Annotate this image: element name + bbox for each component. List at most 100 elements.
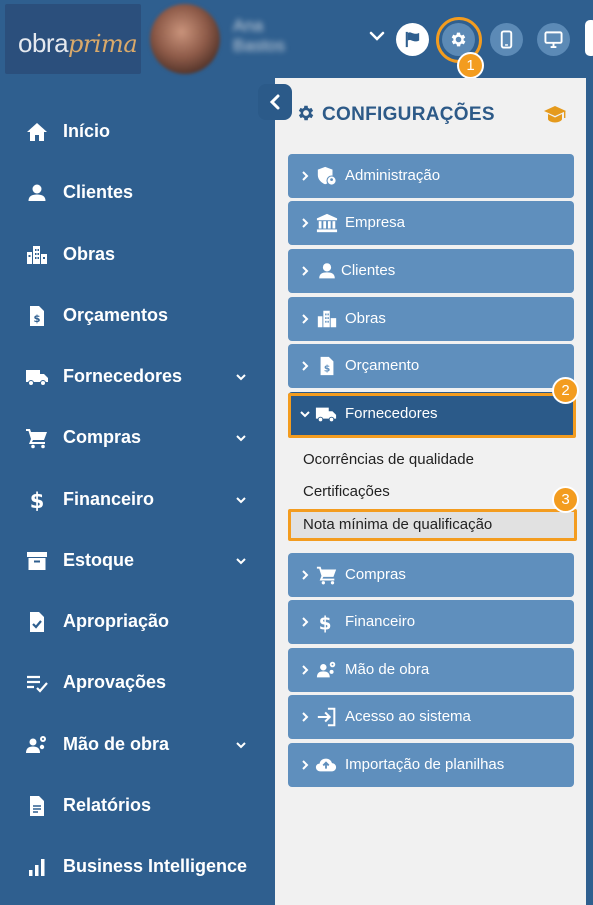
- collapse-sidebar-button[interactable]: [258, 84, 292, 120]
- sidebar-item-apropriacao[interactable]: Apropriação: [0, 597, 275, 647]
- chevron-right-icon: [302, 665, 309, 675]
- config-item-label: Orçamento: [345, 357, 420, 374]
- sidebar-item-orcamentos[interactable]: $ Orçamentos: [0, 291, 275, 341]
- svg-text:$: $: [324, 364, 330, 375]
- sidebar-item-mao-de-obra[interactable]: Mão de obra: [0, 720, 275, 770]
- sidebar: Início Clientes Obras $ Orçamentos Forne…: [0, 78, 275, 905]
- sidebar-item-clientes[interactable]: Clientes: [0, 168, 275, 218]
- cloud-upload-icon: [315, 758, 337, 772]
- chevron-right-icon: [302, 314, 309, 324]
- config-item-clientes[interactable]: Clientes: [288, 249, 574, 293]
- chevron-right-icon: [302, 361, 309, 371]
- chevron-right-icon: [302, 617, 309, 627]
- chevron-right-icon: [302, 266, 309, 276]
- bank-icon: [316, 213, 338, 233]
- logo-text-obra: obra: [18, 28, 69, 58]
- mobile-icon: [500, 30, 513, 49]
- chevron-right-icon: [302, 171, 309, 181]
- topbar-edge-button[interactable]: [585, 20, 593, 56]
- shield-user-icon: [317, 166, 337, 186]
- dollar-icon: $: [319, 613, 332, 633]
- sidebar-item-label: Estoque: [63, 550, 135, 570]
- sidebar-item-fornecedores[interactable]: Fornecedores: [0, 352, 275, 402]
- submenu-item-ocorrencias[interactable]: Ocorrências de qualidade: [303, 451, 474, 468]
- config-item-orcamento[interactable]: $ Orçamento: [288, 344, 574, 388]
- chevron-down-icon: [236, 742, 246, 749]
- sidebar-item-label: Clientes: [63, 182, 134, 202]
- sidebar-item-label: Fornecedores: [63, 366, 183, 386]
- file-dollar-icon: $: [320, 356, 334, 376]
- graduation-cap-icon[interactable]: [543, 104, 567, 126]
- sidebar-item-label: Business Intelligence: [63, 856, 248, 876]
- sign-in-icon: [317, 707, 336, 727]
- chevron-right-icon: [302, 712, 309, 722]
- dollar-icon: $: [30, 489, 45, 512]
- user-menu-chevron-down-icon[interactable]: [367, 26, 387, 46]
- submenu-item-certificacoes[interactable]: Certificações: [303, 483, 390, 500]
- file-text-icon: [30, 796, 44, 816]
- panel-scrollbar[interactable]: [586, 78, 593, 905]
- list-check-icon: [27, 675, 48, 693]
- sidebar-item-financeiro[interactable]: $ Financeiro: [0, 475, 275, 525]
- config-item-label: Mão de obra: [345, 661, 430, 678]
- avatar[interactable]: [150, 4, 220, 74]
- home-icon: [27, 123, 47, 141]
- flag-icon: [405, 31, 420, 48]
- chevron-down-icon: [300, 411, 310, 418]
- config-item-label: Compras: [345, 566, 406, 583]
- config-item-mao-de-obra[interactable]: Mão de obra: [288, 648, 574, 692]
- workers-icon: [26, 736, 46, 753]
- config-item-fornecedores[interactable]: Fornecedores: [288, 392, 574, 436]
- file-check-icon: [30, 612, 44, 632]
- config-item-obras[interactable]: Obras: [288, 297, 574, 341]
- bar-chart-icon: [29, 859, 45, 876]
- sidebar-item-business-intelligence[interactable]: Business Intelligence: [0, 842, 275, 892]
- panel-title: CONFIGURAÇÕES: [322, 104, 495, 125]
- mobile-button[interactable]: [490, 23, 523, 56]
- submenu-item-nota-minima[interactable]: Nota mínima de qualificação: [303, 516, 492, 533]
- sidebar-item-label: Relatórios: [63, 795, 152, 815]
- sidebar-item-label: Apropriação: [63, 611, 170, 631]
- sidebar-item-relatorios[interactable]: Relatórios: [0, 781, 275, 831]
- user-name: Ana Bastos: [233, 16, 285, 56]
- chevron-right-icon: [302, 218, 309, 228]
- chevron-right-icon: [302, 570, 309, 580]
- sidebar-item-aprovacoes[interactable]: Aprovações: [0, 658, 275, 708]
- sidebar-item-label: Obras: [63, 244, 116, 264]
- truck-icon: [315, 407, 337, 423]
- config-item-label: Clientes: [341, 262, 396, 279]
- config-item-label: Importação de planilhas: [345, 756, 505, 773]
- desktop-button[interactable]: [537, 23, 570, 56]
- config-item-administracao[interactable]: Administração: [288, 154, 574, 198]
- flag-button[interactable]: [396, 23, 429, 56]
- sidebar-item-label: Financeiro: [63, 489, 155, 509]
- chevron-down-icon: [236, 558, 246, 565]
- sidebar-item-inicio[interactable]: Início: [0, 107, 275, 157]
- config-item-financeiro[interactable]: $ Financeiro: [288, 600, 574, 644]
- chevron-right-icon: [302, 760, 309, 770]
- top-bar: obraprima Ana Bastos 1: [0, 0, 593, 79]
- sidebar-item-label: Aprovações: [63, 672, 167, 692]
- config-item-label: Financeiro: [345, 613, 416, 630]
- step-badge-3: 3: [552, 486, 579, 513]
- sidebar-item-estoque[interactable]: Estoque: [0, 536, 275, 586]
- sidebar-item-compras[interactable]: Compras: [0, 413, 275, 463]
- workers-icon: [316, 661, 336, 678]
- sidebar-item-label: Compras: [63, 427, 142, 447]
- sidebar-item-label: Orçamentos: [63, 305, 169, 325]
- user-last-name: Bastos: [233, 36, 285, 55]
- user-first-name: Ana: [233, 16, 264, 35]
- sidebar-item-obras[interactable]: Obras: [0, 230, 275, 280]
- config-item-importacao-de-planilhas[interactable]: Importação de planilhas: [288, 743, 574, 787]
- cart-icon: [316, 566, 337, 585]
- logo-text-prima: prima: [68, 30, 138, 58]
- config-item-empresa[interactable]: Empresa: [288, 201, 574, 245]
- config-item-compras[interactable]: Compras: [288, 553, 574, 597]
- config-item-label: Administração: [345, 167, 441, 184]
- file-dollar-icon: $: [30, 306, 44, 326]
- logo[interactable]: obraprima: [5, 4, 141, 74]
- config-item-acesso-ao-sistema[interactable]: Acesso ao sistema: [288, 695, 574, 739]
- archive-icon: [27, 552, 47, 570]
- svg-text:$: $: [319, 613, 332, 633]
- step-badge-1: 1: [457, 52, 484, 79]
